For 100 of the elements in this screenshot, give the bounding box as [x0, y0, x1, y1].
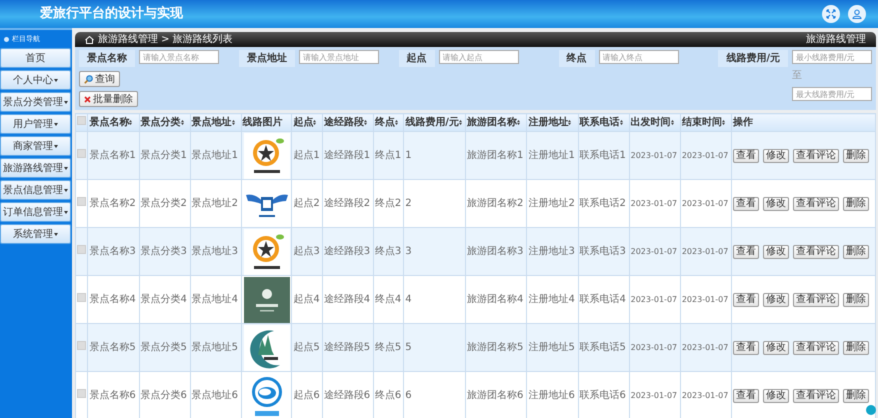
table-cell: 2023-01-07: [630, 342, 678, 352]
sort-icon[interactable]: [232, 118, 235, 126]
filter-label: 景点地址: [238, 50, 295, 67]
sort-icon[interactable]: [670, 118, 674, 126]
sort-icon[interactable]: [129, 118, 132, 126]
sidebar-item[interactable]: 系统管理: [0, 224, 71, 244]
row-checkbox[interactable]: [77, 389, 86, 398]
action-button[interactable]: 删除: [843, 196, 870, 210]
action-button[interactable]: 修改: [763, 388, 790, 402]
table-cell: 2023-01-07: [630, 150, 678, 160]
sidebar-item[interactable]: 个人中心: [0, 70, 71, 90]
input-field[interactable]: 最小线路费用/元: [792, 50, 872, 64]
input-field[interactable]: 请输入起点: [438, 50, 519, 64]
sidebar-item[interactable]: 旅游路线管理: [0, 158, 71, 178]
table-cell: 景点分类6: [140, 390, 187, 401]
table-cell: 终点4: [374, 294, 402, 305]
sidebar-item[interactable]: 订单信息管理: [0, 202, 71, 222]
input-field[interactable]: 请输入终点: [598, 50, 679, 64]
table-cell: 景点地址5: [192, 342, 238, 353]
table-cell: 途经路段1: [324, 150, 370, 161]
table-cell: 2023-01-07: [682, 294, 728, 304]
action-button[interactable]: 查看: [733, 244, 760, 258]
sort-icon[interactable]: [364, 118, 367, 126]
sort-icon[interactable]: [458, 118, 462, 126]
table-cell: 终点3: [374, 246, 402, 257]
table-cell: 2023-01-07: [682, 150, 728, 160]
sidebar-item[interactable]: 景点信息管理: [0, 180, 71, 200]
table-cell: 景点地址4: [192, 294, 238, 305]
table-cell: 2023-01-07: [682, 390, 728, 400]
action-button[interactable]: 查看: [733, 196, 760, 210]
action-button[interactable]: 查看: [733, 340, 760, 354]
action-button[interactable]: 查看评论: [793, 388, 840, 402]
input-field[interactable]: 请输入景点地址: [298, 50, 379, 64]
action-button[interactable]: 查看: [733, 148, 760, 162]
home-icon: [85, 36, 94, 44]
table-cell: 注册地址5: [528, 342, 575, 353]
table-cell: 途经路段6: [324, 390, 370, 401]
table-cell: 景点名称5: [89, 342, 136, 353]
batch-delete-button[interactable]: 批量删除: [79, 91, 138, 107]
action-button[interactable]: 修改: [763, 148, 790, 162]
table-cell: 旅游团名称6: [467, 390, 524, 401]
action-button[interactable]: 查看: [733, 388, 760, 402]
sort-icon[interactable]: [620, 118, 623, 126]
action-button[interactable]: 删除: [843, 292, 870, 306]
table-cell: 5: [405, 342, 412, 353]
action-button[interactable]: 查看评论: [793, 196, 840, 210]
sidebar-item[interactable]: 商家管理: [0, 136, 71, 156]
table-cell: 2: [405, 198, 412, 209]
action-button[interactable]: 查看评论: [793, 148, 840, 162]
range-separator: 至: [792, 69, 803, 83]
dot-icon: [4, 36, 9, 42]
table-cell: 途经路段5: [324, 342, 370, 353]
table-cell: 联系电话4: [580, 294, 626, 305]
action-button[interactable]: 修改: [763, 292, 790, 306]
row-checkbox[interactable]: [77, 245, 86, 254]
sidebar-item[interactable]: 用户管理: [0, 114, 71, 134]
action-button[interactable]: 查看评论: [793, 292, 840, 306]
table-cell: 景点地址3: [192, 246, 238, 257]
row-checkbox[interactable]: [77, 197, 86, 206]
table-cell: 旅游团名称2: [467, 198, 524, 209]
action-button[interactable]: 删除: [843, 340, 870, 354]
sidebar-item[interactable]: 首页: [0, 48, 71, 68]
table-cell: 6: [405, 390, 412, 401]
table-cell: 景点分类5: [140, 342, 187, 353]
action-button[interactable]: 删除: [843, 388, 870, 402]
input-field[interactable]: 请输入景点名称: [139, 50, 219, 64]
sort-icon[interactable]: [180, 118, 184, 126]
sort-icon[interactable]: [394, 118, 398, 126]
row-checkbox[interactable]: [77, 149, 86, 158]
section-title: 旅游路线管理: [806, 32, 866, 47]
table-cell: 景点名称2: [89, 198, 136, 209]
fullscreen-icon[interactable]: [822, 5, 840, 23]
sort-icon[interactable]: [568, 118, 572, 126]
action-button[interactable]: 修改: [763, 196, 790, 210]
table-cell: 联系电话5: [580, 342, 626, 353]
row-checkbox[interactable]: [77, 341, 86, 350]
action-button[interactable]: 修改: [763, 340, 790, 354]
sort-icon[interactable]: [722, 118, 725, 126]
input-field[interactable]: 最大线路费用/元: [792, 87, 872, 101]
table-cell: 途经路段2: [324, 198, 370, 209]
sort-icon[interactable]: [517, 118, 520, 126]
table-cell: 2023-01-07: [630, 246, 678, 256]
action-button[interactable]: 修改: [763, 244, 790, 258]
action-button[interactable]: 删除: [843, 244, 870, 258]
action-button[interactable]: 查看评论: [793, 340, 840, 354]
table-cell: 景点名称1: [89, 150, 136, 161]
table-cell: 注册地址2: [528, 198, 575, 209]
user-icon[interactable]: [848, 5, 866, 23]
sort-icon[interactable]: [313, 118, 316, 126]
sidebar-item[interactable]: 景点分类管理: [0, 92, 71, 112]
select-all-checkbox[interactable]: [77, 116, 86, 125]
action-button[interactable]: 查看评论: [793, 244, 840, 258]
action-button[interactable]: 查看: [733, 292, 760, 306]
row-checkbox[interactable]: [77, 293, 86, 302]
search-button[interactable]: 查询: [79, 71, 120, 87]
table-cell: 2023-01-07: [682, 342, 728, 352]
table-cell: 景点名称3: [89, 246, 136, 257]
action-button[interactable]: 删除: [843, 148, 870, 162]
table-cell: 终点6: [374, 390, 402, 401]
table-cell: 景点地址2: [192, 198, 238, 209]
